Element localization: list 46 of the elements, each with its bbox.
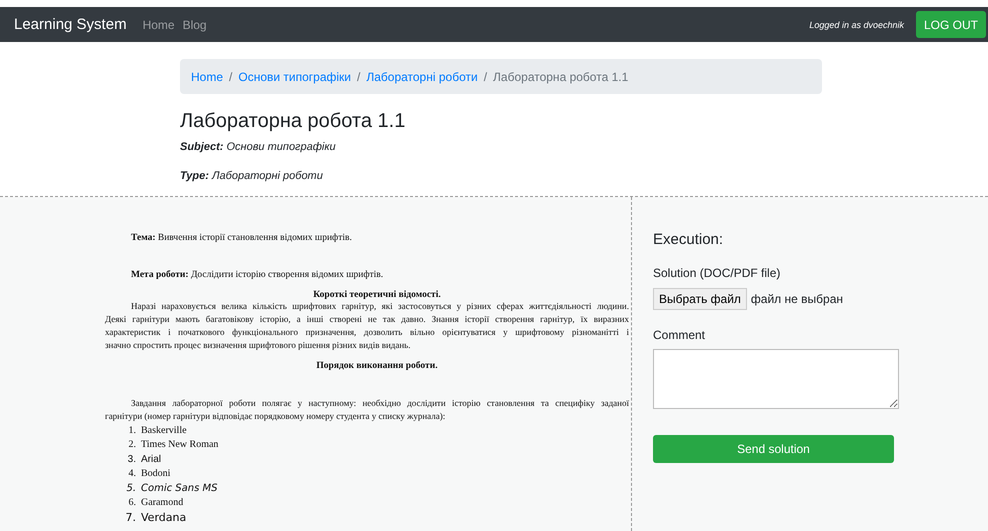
- font-name: Baskerville: [141, 424, 187, 436]
- nav-link[interactable]: Home: [142, 18, 175, 32]
- list-number: 7.: [125, 510, 136, 524]
- list-number: 4.: [128, 468, 136, 480]
- section-heading: Короткі теоретичні відомості.: [312, 290, 442, 300]
- breadcrumb-link[interactable]: Основи типографіки: [238, 70, 351, 84]
- section-heading: Порядок виконання роботи.: [315, 361, 439, 371]
- paragraph-line: гарнітури (номер гарнітури відповідає порядковому номеру студента у списку журнала):: [105, 410, 446, 423]
- font-name: Comic Sans MS: [141, 482, 218, 494]
- list-number: 3.: [126, 454, 136, 465]
- field-label: Solution (DOC/PDF file): [653, 266, 782, 280]
- breadcrumb-current: Лабораторна робота 1.1: [493, 70, 628, 84]
- field-label: Comment: [653, 328, 706, 342]
- section-title: Execution:: [653, 231, 724, 248]
- list-number: 2.: [128, 439, 136, 450]
- font-name: Bodoni: [141, 468, 170, 480]
- user-status: Logged in as dvoechnik: [809, 20, 904, 30]
- breadcrumb-link[interactable]: Лабораторні роботи: [366, 70, 478, 84]
- paragraph-line: Наразі нараховується велика кількість шрифтових гарнітур, які застосовуться у різних сферах життєдіяльності людини.: [130, 300, 629, 313]
- font-name: Garamond: [141, 497, 184, 508]
- font-name: Arial: [141, 454, 162, 465]
- paragraph-line: характеристик і початкового функціонального призначення, дозволить вільно орієнтуватися у шрифтовому різноманітті і: [105, 326, 629, 339]
- breadcrumb-separator: /: [357, 70, 360, 84]
- breadcrumb-separator: /: [484, 70, 488, 84]
- file-status: файл не выбран: [750, 292, 843, 306]
- breadcrumb-link[interactable]: Home: [191, 70, 224, 84]
- paragraph-line: Деякі гарнітури мають багатовікову історію, а інші створені не так давно. Знання історії створення гарнітур, їх виразних: [105, 313, 629, 326]
- page-title: Лабораторна робота 1.1: [180, 110, 406, 133]
- paragraph-line: Завдання лабораторної роботи полягає у наступному: необхідно дослідити історію становлення та специфіку заданої: [130, 397, 629, 410]
- breadcrumb-separator: /: [229, 70, 232, 84]
- logout-button[interactable]: LOG OUT: [916, 11, 986, 38]
- subject-text: Subject: Основи типографіки: [180, 141, 337, 153]
- brand-link[interactable]: Learning System: [14, 16, 127, 33]
- nav-link[interactable]: Blog: [182, 18, 207, 32]
- list-number: 6.: [128, 497, 136, 508]
- font-name: Times New Roman: [141, 439, 218, 450]
- type-text: Type: Лабораторні роботи: [180, 170, 324, 182]
- choose-file-button[interactable]: Выбрать файл: [653, 288, 747, 310]
- theme-text: Тема: Вивчення історії становлення відомих шрифтів.: [130, 233, 353, 243]
- list-number: 1.: [128, 424, 136, 436]
- list-number: 5.: [125, 482, 136, 494]
- goal-text: Мета роботи: Дослідити історію створення відомих шрифтів.: [130, 270, 384, 280]
- send-solution-button[interactable]: Send solution: [653, 435, 894, 463]
- comment-field[interactable]: [653, 349, 899, 409]
- paragraph-line: значно спростить процес визначення шрифтового рішення різних видів видань.: [105, 339, 412, 352]
- font-name: Verdana: [141, 510, 186, 524]
